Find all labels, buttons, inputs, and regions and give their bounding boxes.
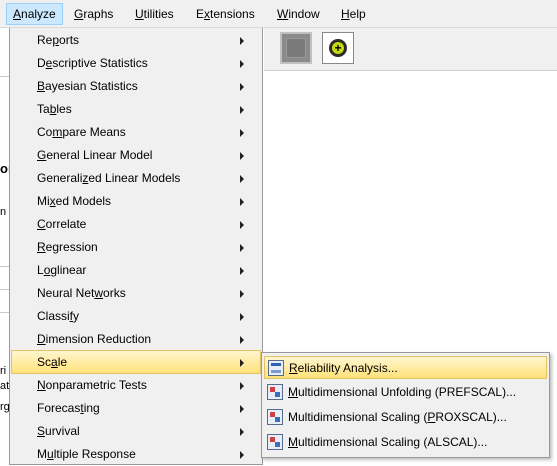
scale-submenu: Reliability Analysis... Multidimensional… <box>261 352 550 458</box>
submenu-arrow-icon <box>240 175 244 183</box>
multidimensional-icon <box>267 434 283 450</box>
background-text-fragment: at <box>0 380 10 392</box>
menu-item-compare-means[interactable]: Compare Means <box>11 121 261 144</box>
menu-item-loglinear[interactable]: Loglinear <box>11 259 261 282</box>
submenu-arrow-icon <box>240 106 244 114</box>
submenu-arrow-icon <box>240 405 244 413</box>
menu-help[interactable]: Help <box>335 4 372 24</box>
disabled-toolbar-button[interactable] <box>280 32 312 64</box>
menu-graphs[interactable]: Graphs <box>68 4 119 24</box>
menu-item-descriptive-statistics[interactable]: Descriptive Statistics <box>11 52 261 75</box>
submenu-arrow-icon <box>240 60 244 68</box>
menu-item-dimension-reduction[interactable]: Dimension Reduction <box>11 328 261 351</box>
submenu-arrow-icon <box>240 382 244 390</box>
menu-analyze[interactable]: Analyze <box>6 3 63 25</box>
menu-item-nonparametric-tests[interactable]: Nonparametric Tests <box>11 374 261 397</box>
multidimensional-icon <box>267 409 283 425</box>
add-icon: + <box>329 39 347 57</box>
menu-item-reports[interactable]: Reports <box>11 29 261 52</box>
divider <box>0 289 9 290</box>
submenu-arrow-icon <box>240 244 244 252</box>
menu-item-classify[interactable]: Classify <box>11 305 261 328</box>
menu-item-mixed-models[interactable]: Mixed Models <box>11 190 261 213</box>
menu-extensions[interactable]: Extensions <box>190 4 261 24</box>
divider <box>0 266 9 267</box>
menu-item-scale[interactable]: Scale <box>11 350 261 374</box>
menu-item-correlate[interactable]: Correlate <box>11 213 261 236</box>
add-toolbar-button[interactable]: + <box>322 32 354 64</box>
background-text-fragment: n <box>0 206 7 218</box>
submenu-item-proxscal[interactable]: Multidimensional Scaling (PROXSCAL)... <box>264 406 547 429</box>
menu-item-regression[interactable]: Regression <box>11 236 261 259</box>
menu-item-multiple-response[interactable]: Multiple Response <box>11 443 261 466</box>
submenu-arrow-icon <box>240 267 244 275</box>
menu-item-survival[interactable]: Survival <box>11 420 261 443</box>
submenu-arrow-icon <box>240 428 244 436</box>
menu-bar: Analyze Graphs Utilities Extensions Wind… <box>0 0 557 28</box>
submenu-arrow-icon <box>240 152 244 160</box>
menu-utilities[interactable]: Utilities <box>129 4 180 24</box>
submenu-arrow-icon <box>240 451 244 459</box>
menu-item-tables[interactable]: Tables <box>11 98 261 121</box>
divider <box>0 76 9 77</box>
submenu-item-reliability-analysis[interactable]: Reliability Analysis... <box>264 356 547 379</box>
submenu-arrow-icon <box>240 198 244 206</box>
menu-item-general-linear-model[interactable]: General Linear Model <box>11 144 261 167</box>
menu-item-generalized-linear-models[interactable]: Generalized Linear Models <box>11 167 261 190</box>
reliability-icon <box>268 360 284 376</box>
submenu-arrow-icon <box>240 313 244 321</box>
menu-window[interactable]: Window <box>271 4 326 24</box>
submenu-item-prefscal[interactable]: Multidimensional Unfolding (PREFSCAL)... <box>264 381 547 404</box>
submenu-item-alscal[interactable]: Multidimensional Scaling (ALSCAL)... <box>264 431 547 454</box>
menu-item-bayesian-statistics[interactable]: Bayesian Statistics <box>11 75 261 98</box>
divider <box>0 312 9 313</box>
submenu-arrow-icon <box>240 129 244 137</box>
toolbar: + <box>264 28 557 71</box>
menu-item-neural-networks[interactable]: Neural Networks <box>11 282 261 305</box>
submenu-arrow-icon <box>240 37 244 45</box>
submenu-arrow-icon <box>240 359 244 367</box>
multidimensional-icon <box>267 384 283 400</box>
menu-item-forecasting[interactable]: Forecasting <box>11 397 261 420</box>
background-text-fragment: ri <box>0 365 7 377</box>
submenu-arrow-icon <box>240 221 244 229</box>
analyze-menu: Reports Descriptive Statistics Bayesian … <box>9 28 263 465</box>
submenu-arrow-icon <box>240 83 244 91</box>
submenu-arrow-icon <box>240 290 244 298</box>
submenu-arrow-icon <box>240 336 244 344</box>
